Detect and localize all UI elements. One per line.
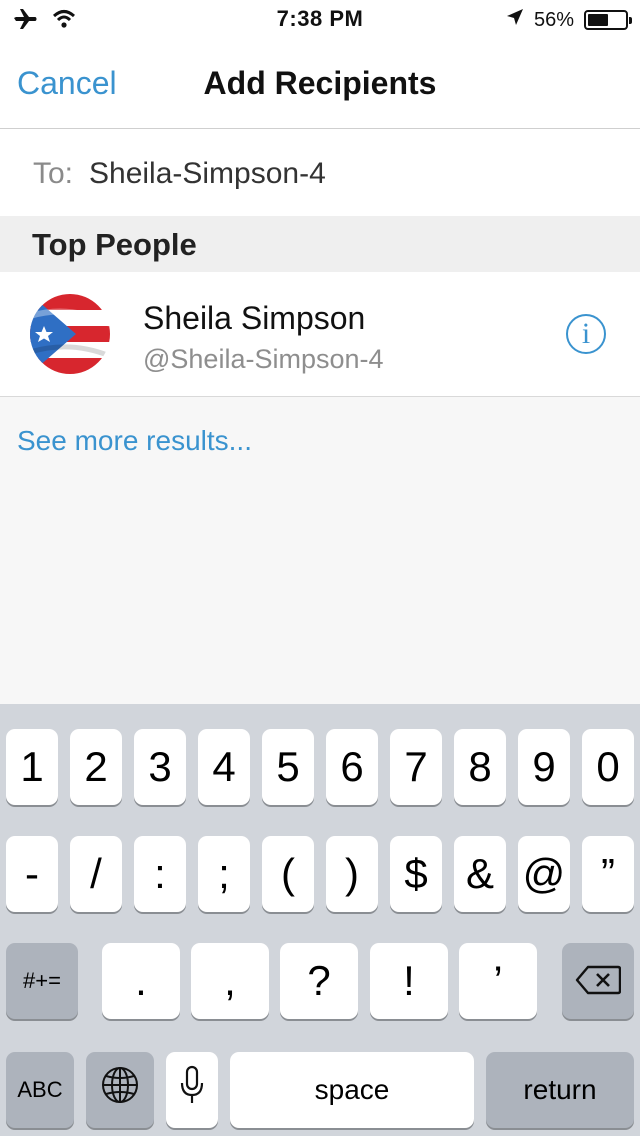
contact-handle: @Sheila-Simpson-4	[143, 344, 384, 374]
key-4[interactable]: 4	[198, 729, 250, 805]
key-slash[interactable]: /	[70, 836, 122, 912]
info-icon[interactable]: i	[566, 314, 606, 354]
key-6[interactable]: 6	[326, 729, 378, 805]
key-at[interactable]: @	[518, 836, 570, 912]
section-header: Top People	[0, 216, 640, 272]
to-field[interactable]: To: Sheila-Simpson-4	[0, 129, 640, 216]
key-9[interactable]: 9	[518, 729, 570, 805]
key-hyphen[interactable]: -	[6, 836, 58, 912]
globe-key[interactable]	[86, 1052, 154, 1128]
key-ampersand[interactable]: &	[454, 836, 506, 912]
abc-key[interactable]: ABC	[6, 1052, 74, 1128]
symbols-toggle-key[interactable]: #+=	[6, 943, 78, 1019]
avatar	[30, 294, 110, 374]
key-question[interactable]: ?	[280, 943, 358, 1019]
key-period[interactable]: .	[102, 943, 180, 1019]
navigation-bar: Cancel Add Recipients	[0, 40, 640, 129]
microphone-icon	[179, 1065, 205, 1115]
battery-icon	[584, 10, 632, 30]
key-close-paren[interactable]: )	[326, 836, 378, 912]
microphone-key[interactable]	[166, 1052, 218, 1128]
backspace-key[interactable]	[562, 943, 634, 1019]
key-quote[interactable]: ”	[582, 836, 634, 912]
list-item[interactable]: Sheila Simpson @Sheila-Simpson-4 i	[0, 272, 640, 397]
key-5[interactable]: 5	[262, 729, 314, 805]
see-more-link[interactable]: See more results...	[17, 425, 252, 457]
key-3[interactable]: 3	[134, 729, 186, 805]
section-title: Top People	[32, 227, 197, 262]
recipient-input[interactable]: Sheila-Simpson-4	[89, 157, 326, 191]
return-key[interactable]: return	[486, 1052, 634, 1128]
key-1[interactable]: 1	[6, 729, 58, 805]
key-semicolon[interactable]: ;	[198, 836, 250, 912]
battery-percent: 56%	[533, 8, 574, 31]
contact-name: Sheila Simpson	[143, 300, 366, 336]
to-label: To:	[33, 157, 74, 190]
status-bar: 7:38 PM 56%	[0, 0, 640, 40]
key-dollar[interactable]: $	[390, 836, 442, 912]
globe-icon	[100, 1065, 140, 1115]
key-7[interactable]: 7	[390, 729, 442, 805]
key-comma[interactable]: ,	[191, 943, 269, 1019]
key-open-paren[interactable]: (	[262, 836, 314, 912]
keyboard: 1 2 3 4 5 6 7 8 9 0 - / : ; ( ) $ & @ ” …	[0, 704, 640, 1136]
key-0[interactable]: 0	[582, 729, 634, 805]
key-apostrophe[interactable]: ’	[459, 943, 537, 1019]
backspace-icon	[575, 957, 622, 1005]
key-colon[interactable]: :	[134, 836, 186, 912]
key-8[interactable]: 8	[454, 729, 506, 805]
page-title: Add Recipients	[203, 65, 437, 101]
location-arrow-icon	[506, 8, 524, 32]
space-key[interactable]: space	[230, 1052, 474, 1128]
key-2[interactable]: 2	[70, 729, 122, 805]
key-exclamation[interactable]: !	[370, 943, 448, 1019]
